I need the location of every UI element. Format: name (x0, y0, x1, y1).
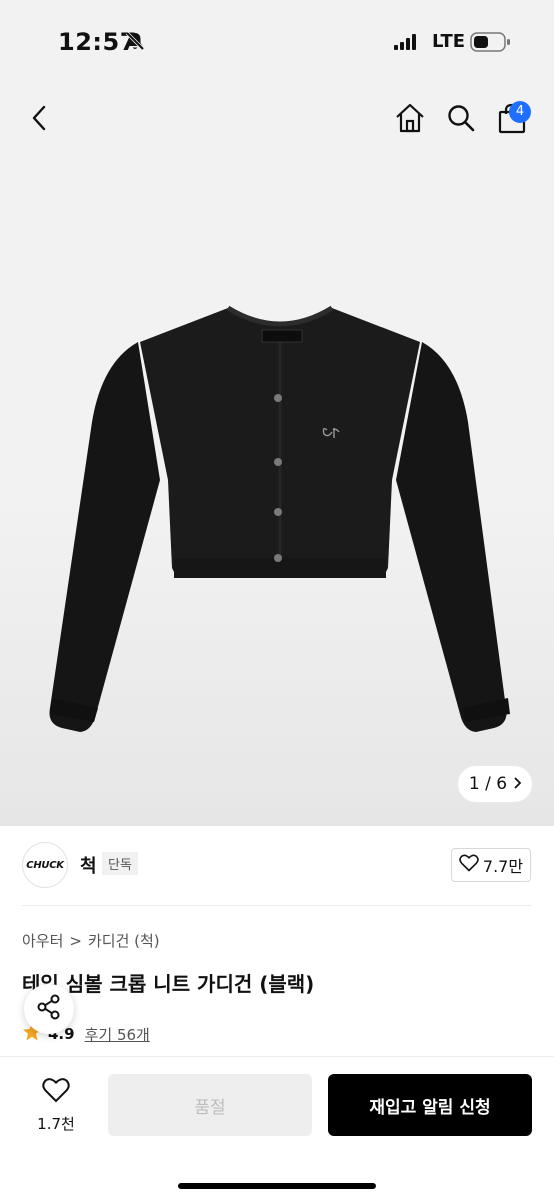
divider (22, 905, 532, 906)
bottom-action-bar: 1.7천 품절 재입고 알림 신청 (0, 1056, 554, 1200)
breadcrumb-cardigan[interactable]: 카디건 (척) (88, 930, 160, 951)
heart-icon (459, 854, 479, 876)
breadcrumb-separator: > (69, 931, 82, 950)
cart-count-badge: 4 (509, 101, 531, 123)
bell-slash-icon (124, 30, 146, 56)
brand-logo-text: CHUCK (26, 859, 64, 871)
home-indicator (178, 1183, 376, 1189)
product-image (40, 300, 520, 740)
wishlist-button[interactable]: 1.7천 (22, 1075, 90, 1135)
back-button[interactable] (22, 100, 58, 140)
brand-row: CHUCK 척 단독 7.7만 (0, 836, 554, 894)
soldout-button: 품절 (108, 1074, 312, 1136)
breadcrumb-outer[interactable]: 아우터 (22, 930, 63, 951)
chevron-left-icon (30, 104, 50, 136)
wishlist-count: 1.7천 (37, 1114, 75, 1133)
signal-icon (394, 34, 420, 54)
search-button[interactable] (441, 100, 481, 140)
brand-like-button[interactable]: 7.7만 (451, 848, 531, 882)
status-bar: 12:57 LTE (0, 0, 554, 84)
share-icon (36, 994, 62, 1024)
network-label: LTE (432, 31, 466, 52)
review-link[interactable]: 후기 56개 (85, 1024, 150, 1045)
brand-logo[interactable]: CHUCK (22, 842, 68, 888)
brand-name[interactable]: 척 (80, 852, 97, 878)
breadcrumb: 아우터 > 카디건 (척) (22, 930, 160, 951)
restock-alert-button[interactable]: 재입고 알림 신청 (328, 1074, 532, 1136)
image-counter-text: 1 / 6 (468, 774, 508, 794)
image-counter[interactable]: 1 / 6 (458, 766, 532, 802)
exclusive-tag: 단독 (102, 852, 138, 875)
search-icon (446, 103, 476, 137)
home-icon (394, 102, 426, 138)
brand-like-count: 7.7만 (482, 857, 524, 876)
chevron-right-icon (513, 774, 522, 794)
heart-icon (42, 1077, 70, 1107)
battery-icon (470, 31, 512, 57)
home-button[interactable] (390, 100, 430, 140)
share-button[interactable] (24, 984, 74, 1034)
